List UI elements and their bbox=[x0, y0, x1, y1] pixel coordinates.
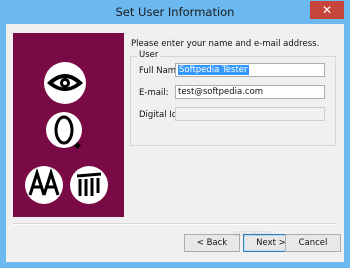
dialog-window: Set User Information ✕ Please enter your… bbox=[0, 0, 350, 268]
back-button[interactable]: < Back bbox=[184, 234, 240, 252]
digital-id-field bbox=[175, 107, 325, 121]
button-divider bbox=[13, 223, 337, 225]
user-groupbox: User Full Name: Softpedia Tester E-mail:… bbox=[130, 50, 336, 146]
watermark: SOFTPEDIA bbox=[234, 230, 274, 238]
zero-icon bbox=[46, 112, 82, 150]
email-label: E-mail: bbox=[139, 88, 169, 98]
close-button[interactable]: ✕ bbox=[310, 1, 344, 19]
aa-icon bbox=[25, 166, 63, 204]
dialog-body: Please enter your name and e-mail addres… bbox=[6, 24, 344, 262]
decorative-graphic bbox=[25, 62, 108, 204]
full-name-value: Softpedia Tester bbox=[178, 65, 249, 75]
cancel-button[interactable]: Cancel bbox=[285, 234, 341, 252]
columns-icon bbox=[70, 166, 108, 204]
digital-id-label: Digital Id: bbox=[139, 110, 181, 120]
user-group-label: User bbox=[137, 50, 161, 60]
full-name-field[interactable]: Softpedia Tester bbox=[175, 63, 325, 77]
eye-icon bbox=[44, 62, 86, 104]
close-icon: ✕ bbox=[321, 3, 333, 17]
instruction-text: Please enter your name and e-mail addres… bbox=[131, 39, 320, 49]
art-panel bbox=[13, 33, 124, 217]
window-title: Set User Information bbox=[115, 5, 235, 19]
title-bar[interactable]: Set User Information ✕ bbox=[0, 0, 350, 24]
email-field[interactable]: test@softpedia.com bbox=[175, 85, 325, 99]
